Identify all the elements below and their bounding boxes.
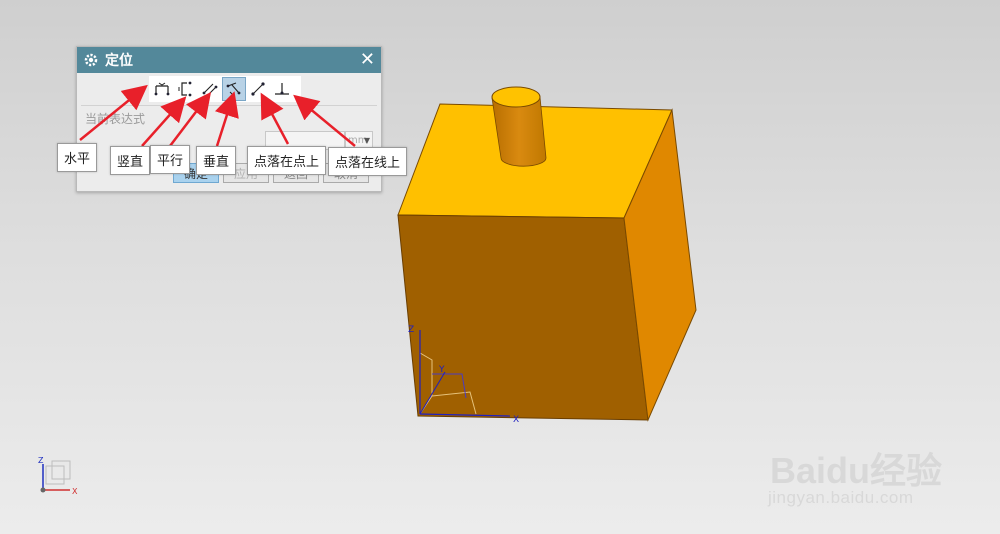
parallel-tool-button[interactable] — [199, 78, 221, 100]
point-onto-line-icon — [275, 83, 289, 95]
vertical-dimension-icon — [178, 81, 192, 97]
baidu-watermark-site: jingyan.baidu.com — [768, 488, 914, 507]
cylinder-boss[interactable] — [491, 86, 547, 167]
callout-point-on-line: 点落在线上 — [328, 147, 408, 176]
callout-vertical: 竖直 — [110, 146, 151, 175]
current-expression-label: 当前表达式 — [85, 112, 146, 126]
vertical-tool-button[interactable] — [175, 78, 197, 100]
callout-horizontal: 水平 — [57, 143, 98, 172]
perpendicular-dimension-icon — [226, 82, 241, 95]
dialog-title-bar[interactable]: 定位 ✕ — [77, 47, 381, 73]
csys-y-label: Y — [438, 365, 445, 375]
csys-x-label: X — [513, 415, 519, 425]
callout-point-on-point: 点落在点上 — [247, 146, 327, 175]
point-onto-line-tool-button[interactable] — [271, 78, 293, 100]
parallel-dimension-icon — [202, 83, 218, 97]
callout-perpendicular: 垂直 — [196, 146, 237, 175]
close-button[interactable]: ✕ — [360, 51, 375, 69]
horizontal-tool-button[interactable] — [151, 78, 173, 100]
dialog-title: 定位 — [105, 53, 133, 69]
horizontal-dimension-icon — [154, 82, 170, 96]
triad-x-label: X — [72, 487, 78, 496]
perpendicular-tool-button[interactable] — [222, 77, 246, 101]
dialog-separator — [81, 105, 377, 106]
baidu-watermark-logo: Baidu经验 — [770, 450, 943, 491]
csys-z-label: Z — [408, 325, 414, 335]
block-front-face — [397, 214, 649, 421]
point-onto-point-tool-button[interactable] — [247, 78, 269, 100]
positioning-toolbar — [149, 76, 301, 102]
unit-select[interactable]: mm ▼ — [345, 131, 373, 148]
triad-z-label: Z — [38, 456, 44, 465]
point-onto-point-icon — [251, 82, 265, 96]
view-triad: X Z — [38, 456, 78, 496]
callout-parallel: 平行 — [150, 145, 191, 174]
gear-icon — [84, 53, 98, 67]
